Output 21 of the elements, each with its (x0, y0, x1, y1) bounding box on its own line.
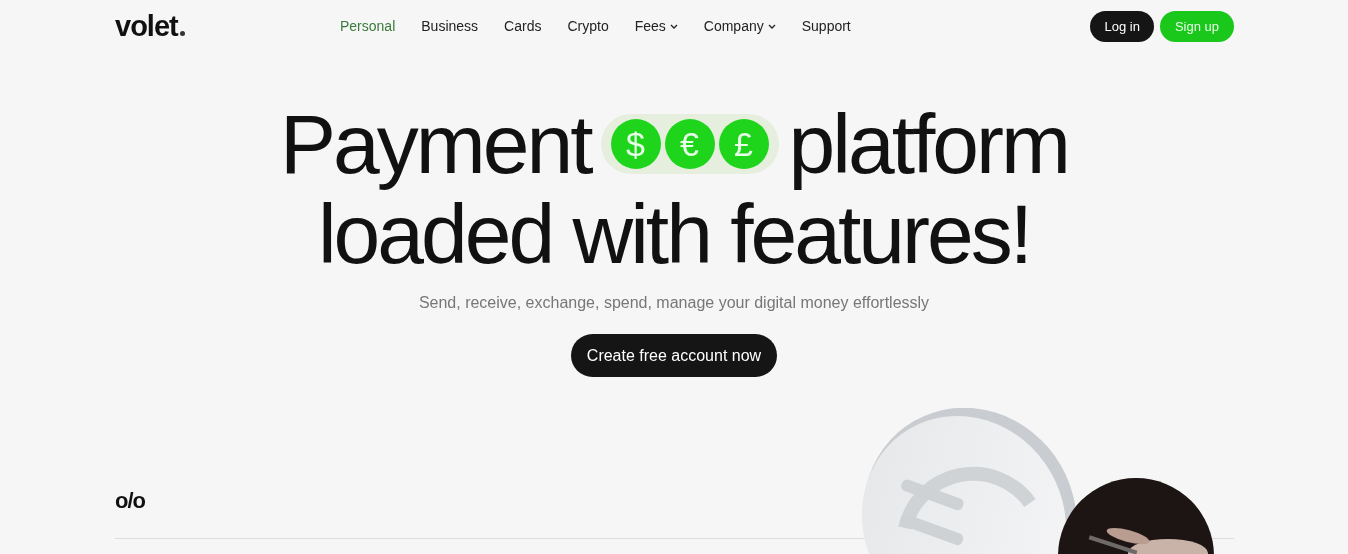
headline: Payment (280, 100, 591, 188)
caret-icon (767, 23, 776, 29)
create-account-button[interactable]: Create free account now (570, 334, 778, 377)
nav-link[interactable]: Fees (634, 18, 678, 34)
subtitle: Send, receive, exchange, spend, manage your digital money effortlessly (418, 294, 930, 312)
nav-link[interactable]: Company (703, 18, 776, 34)
nav-link[interactable]: Cards (504, 18, 542, 34)
caret-icon (669, 23, 678, 29)
headline: loaded with features! (317, 190, 1031, 278)
nav-link[interactable]: Business (421, 18, 479, 34)
currency-icon: £ (718, 119, 769, 169)
login-button[interactable]: Log in (1090, 10, 1154, 42)
currency-icon: $ (610, 119, 661, 169)
section-logo: o/o (115, 488, 145, 514)
nav-link[interactable]: Personal (340, 18, 396, 34)
nav-link[interactable]: Crypto (567, 18, 609, 34)
headline: platform (788, 100, 1068, 188)
logo[interactable]: volet (115, 9, 340, 43)
nav-link[interactable]: Support (801, 18, 851, 34)
dot-icon (179, 30, 185, 36)
currency-icon: € (664, 119, 715, 169)
